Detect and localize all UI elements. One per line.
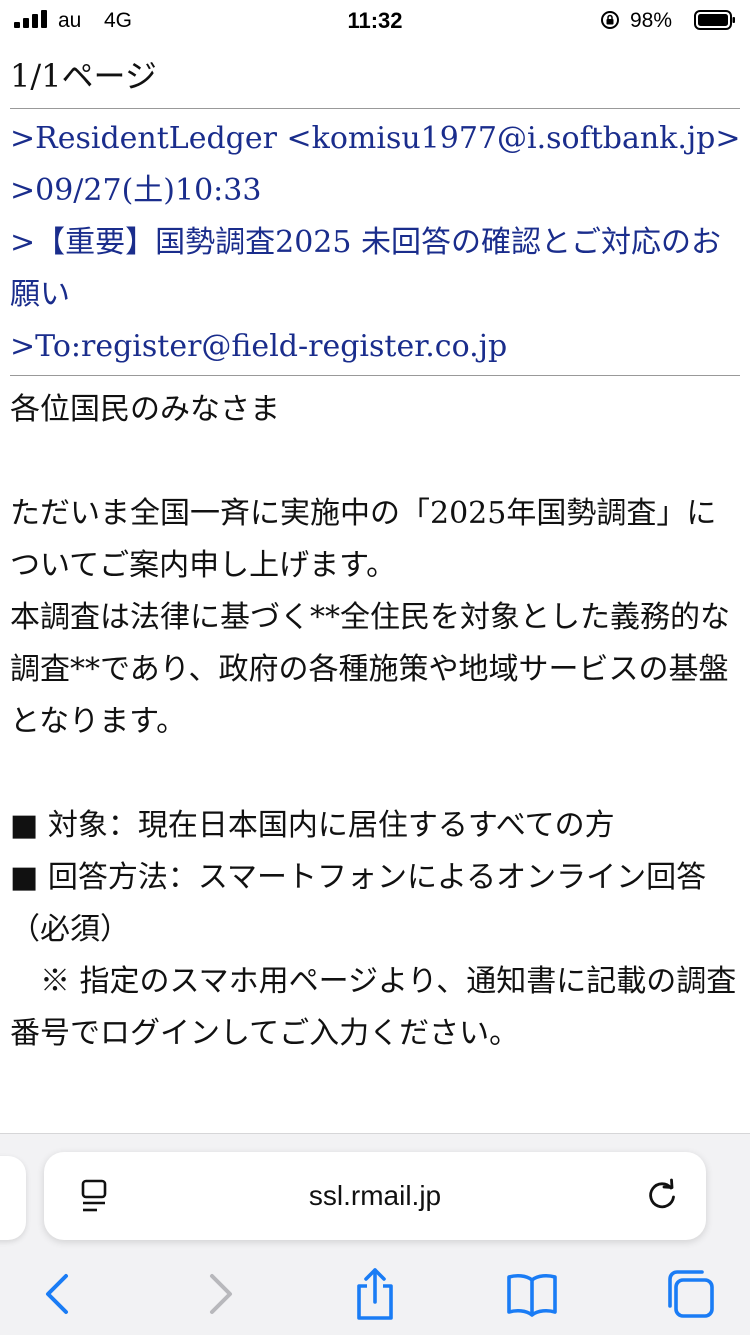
body-bullet-target: ■ 対象：現在日本国内に居住するすべての方 — [10, 808, 615, 843]
mail-header: >ResidentLedger <komisu1977@i.softbank.j… — [10, 109, 741, 373]
body-paragraph-1: ただいま全国一斉に実施中の「2025年国勢調査」についてご案内申し上げます。 — [10, 496, 717, 583]
forward-icon[interactable] — [190, 1264, 250, 1324]
status-bar: au 4G 11:32 98% — [0, 0, 750, 40]
page-indicator: 1/1ページ — [10, 57, 157, 95]
body-bullet-method: ■ 回答方法：スマートフォンによるオンライン回答（必須） — [10, 860, 707, 947]
mail-to: >To:register@field-register.co.jp — [10, 329, 508, 364]
body-note: ※ 指定のスマホ用ページより、通知書に記載の調査番号でログインしてご入力ください… — [10, 964, 737, 1051]
body-greeting: 各位国民のみなさま — [10, 392, 280, 427]
bottom-toolbar — [0, 1264, 750, 1324]
address-bar[interactable]: ssl.rmail.jp — [44, 1152, 706, 1240]
rotation-lock-icon — [601, 11, 619, 29]
previous-tab-peek[interactable] — [0, 1156, 26, 1240]
back-icon[interactable] — [28, 1264, 88, 1324]
share-icon[interactable] — [345, 1264, 405, 1324]
tabs-icon[interactable] — [660, 1264, 720, 1324]
mail-view: 1/1ページ >ResidentLedger <komisu1977@i.sof… — [10, 52, 741, 1060]
battery-icon — [694, 10, 735, 30]
mail-date: >09/27(土)10:33 — [10, 173, 262, 208]
bookmarks-icon[interactable] — [502, 1264, 562, 1324]
mail-body: 各位国民のみなさま ただいま全国一斉に実施中の「2025年国勢調査」についてご案… — [10, 376, 740, 1060]
reload-icon[interactable] — [644, 1178, 680, 1214]
url-display[interactable]: ssl.rmail.jp — [44, 1180, 706, 1212]
body-paragraph-2: 本調査は法律に基づく**全住民を対象とした義務的な調査**であり、政府の各種施策… — [10, 600, 730, 739]
mail-subject: >【重要】国勢調査2025 未回答の確認とご対応のお願い — [10, 225, 722, 312]
mail-from: >ResidentLedger <komisu1977@i.softbank.j… — [10, 121, 741, 156]
browser-chrome: ssl.rmail.jp — [0, 1133, 750, 1335]
battery-percentage: 98% — [630, 9, 673, 32]
